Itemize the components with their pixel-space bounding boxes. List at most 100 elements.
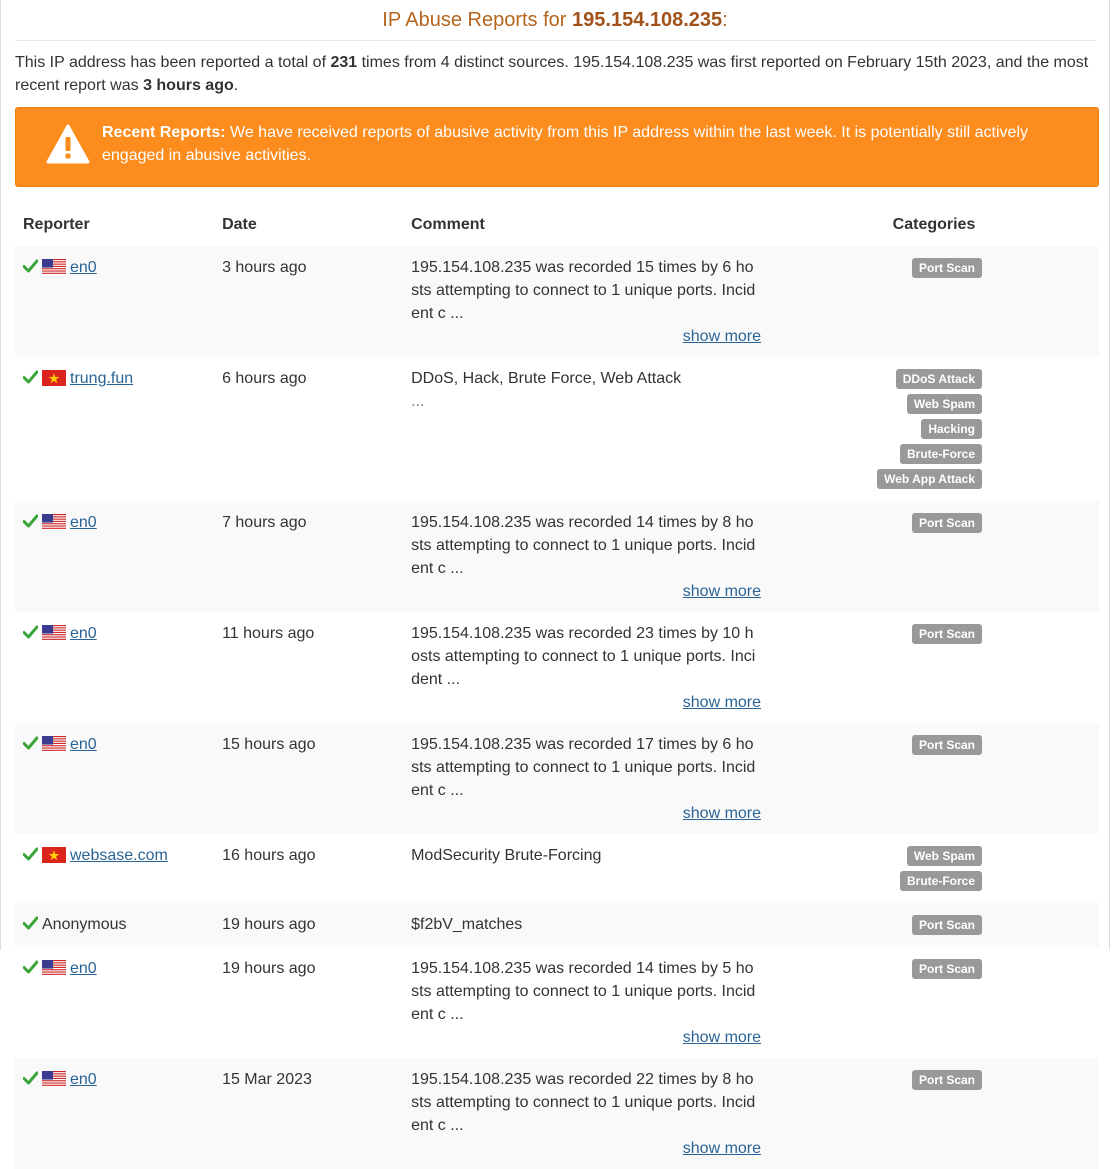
- alert-body: We have received reports of abusive acti…: [102, 124, 1028, 164]
- reporter-link[interactable]: en0: [70, 514, 97, 531]
- table-row: Anonymous 19 hours ago $f2bV_matches Port S…: [15, 903, 1099, 947]
- reporter-link[interactable]: websase.com: [70, 847, 168, 864]
- category-badge[interactable]: Port Scan: [911, 915, 982, 935]
- category-badge[interactable]: Hacking: [921, 419, 982, 439]
- header-date[interactable]: Date: [214, 204, 403, 246]
- reporter-link[interactable]: en0: [70, 960, 97, 977]
- report-date: 3 hours ago: [214, 246, 404, 357]
- report-date: 6 hours ago: [222, 370, 307, 387]
- alert-message: Recent Reports: We have received reports…: [102, 121, 1058, 167]
- comment-cell: 195.154.108.235 was recorded 14 times by…: [403, 947, 769, 1058]
- show-more-link[interactable]: show more: [411, 325, 761, 348]
- reporter-cell: Anonymous: [15, 903, 215, 947]
- report-date: 15 Mar 2023: [214, 1058, 404, 1169]
- category-badge[interactable]: Port Scan: [911, 258, 982, 278]
- vn-flag-icon: [42, 370, 66, 386]
- page-title: IP Abuse Reports for 195.154.108.235:: [15, 0, 1095, 41]
- category-badge[interactable]: Port Scan: [911, 735, 982, 755]
- verified-check-icon: [23, 1071, 38, 1085]
- summary-text-1: This IP address has been reported a tota…: [15, 54, 331, 71]
- header-comment: Comment: [411, 216, 485, 233]
- reporter-name: Anonymous: [42, 916, 127, 933]
- category-badge[interactable]: Port Scan: [911, 624, 982, 644]
- recent-report-time: 3 hours ago: [143, 77, 234, 94]
- categories-cell: Port Scan: [769, 612, 1099, 723]
- comment-text: 195.154.108.235 was recorded 14 times by…: [411, 514, 756, 577]
- table-row: trung.fun 6 hours ago DDoS, Hack, Brute Fo…: [15, 357, 1099, 501]
- reporter-link[interactable]: en0: [70, 1071, 97, 1088]
- show-more-link[interactable]: show more: [411, 1137, 761, 1160]
- verified-check-icon: [23, 625, 38, 639]
- categories-cell: Port Scan: [769, 947, 1099, 1058]
- warning-icon: [46, 124, 90, 164]
- reporter-link[interactable]: trung.fun: [70, 370, 133, 387]
- header-reporter[interactable]: Reporter: [15, 204, 214, 246]
- verified-check-icon: [23, 370, 38, 384]
- categories-cell: Port Scan: [769, 501, 1099, 612]
- table-row: en0 15 Mar 2023 195.154.108.235 was record…: [15, 1058, 1099, 1169]
- reporter-cell: websase.com: [15, 834, 214, 903]
- category-badges: Port Scan: [911, 622, 982, 647]
- category-badges: Port Scan: [911, 957, 982, 982]
- comment-text: $f2bV_matches: [411, 916, 523, 933]
- reporter-link[interactable]: en0: [70, 259, 97, 276]
- show-more-link[interactable]: show more: [411, 802, 761, 825]
- report-rows: en0 3 hours ago 195.154.108.235 was record…: [15, 246, 1099, 1169]
- comment-text: ModSecurity Brute-Forcing: [411, 847, 602, 864]
- categories-cell: Port Scan: [769, 1058, 1099, 1169]
- us-flag-icon: [42, 960, 66, 976]
- category-badges: Web Spam Brute-Force: [899, 844, 982, 894]
- category-badges: Port Scan: [911, 913, 982, 938]
- comment-cell: 195.154.108.235 was recorded 22 times by…: [403, 1058, 770, 1169]
- report-date: 19 hours ago: [214, 903, 404, 947]
- comment-text: 195.154.108.235 was recorded 22 times by…: [411, 1071, 756, 1134]
- category-badges: Port Scan: [911, 511, 982, 536]
- category-badge[interactable]: Port Scan: [911, 959, 982, 979]
- report-summary: This IP address has been reported a tota…: [15, 51, 1095, 97]
- reporter-cell: en0: [15, 501, 215, 612]
- table-header-row: Reporter Date Comment Categories: [15, 204, 1099, 246]
- show-more-link[interactable]: show more: [411, 580, 761, 603]
- show-more-link[interactable]: show more: [411, 691, 761, 714]
- table-row: websase.com 16 hours ago ModSecurity Brute…: [15, 834, 1099, 903]
- comment-cell: 195.154.108.235 was recorded 17 times by…: [403, 723, 770, 834]
- reports-table: Reporter Date Comment Categories en0 3 ho…: [15, 204, 1099, 1169]
- comment-ellipsis: ...: [411, 393, 425, 410]
- category-badge[interactable]: DDoS Attack: [895, 369, 982, 389]
- category-badge[interactable]: Port Scan: [911, 513, 982, 533]
- category-badges: Port Scan: [911, 733, 982, 758]
- us-flag-icon: [42, 514, 66, 530]
- categories-cell: Port Scan: [769, 246, 1099, 357]
- category-badge[interactable]: Brute-Force: [899, 871, 982, 891]
- verified-check-icon: [23, 960, 38, 974]
- reporter-cell: en0: [15, 612, 214, 723]
- category-badge[interactable]: Port Scan: [911, 1070, 982, 1090]
- reporter-cell: en0: [15, 947, 214, 1058]
- us-flag-icon: [42, 736, 66, 752]
- category-badge[interactable]: Web Spam: [906, 394, 982, 414]
- category-badges: Port Scan: [911, 256, 982, 281]
- comment-text: 195.154.108.235 was recorded 14 times by…: [411, 960, 756, 1023]
- reporter-link[interactable]: en0: [70, 625, 97, 642]
- verified-check-icon: [23, 736, 38, 750]
- verified-check-icon: [23, 514, 38, 528]
- us-flag-icon: [42, 625, 66, 641]
- title-prefix: IP Abuse Reports for: [382, 9, 573, 31]
- table-row: en0 3 hours ago 195.154.108.235 was record…: [15, 246, 1099, 357]
- category-badge[interactable]: Web App Attack: [877, 469, 982, 489]
- title-suffix: :: [722, 9, 728, 31]
- comment-text: DDoS, Hack, Brute Force, Web Attack: [411, 370, 682, 387]
- category-badge[interactable]: Web Spam: [906, 846, 982, 866]
- show-more-link[interactable]: show more: [411, 1026, 761, 1049]
- comment-text: 195.154.108.235 was recorded 15 times by…: [411, 259, 756, 322]
- verified-check-icon: [23, 916, 38, 930]
- comment-cell: 195.154.108.235 was recorded 14 times by…: [403, 501, 770, 612]
- category-badge[interactable]: Brute-Force: [899, 444, 982, 464]
- comment-cell: ModSecurity Brute-Forcing: [403, 834, 769, 903]
- category-badges: DDoS Attack Web Spam Hacking Brute-Force Web…: [877, 367, 982, 492]
- verified-check-icon: [23, 259, 38, 273]
- reporter-link[interactable]: en0: [70, 736, 97, 753]
- title-ip: 195.154.108.235: [572, 9, 723, 31]
- categories-cell: Web Spam Brute-Force: [769, 834, 1099, 903]
- header-categories: Categories: [892, 216, 976, 233]
